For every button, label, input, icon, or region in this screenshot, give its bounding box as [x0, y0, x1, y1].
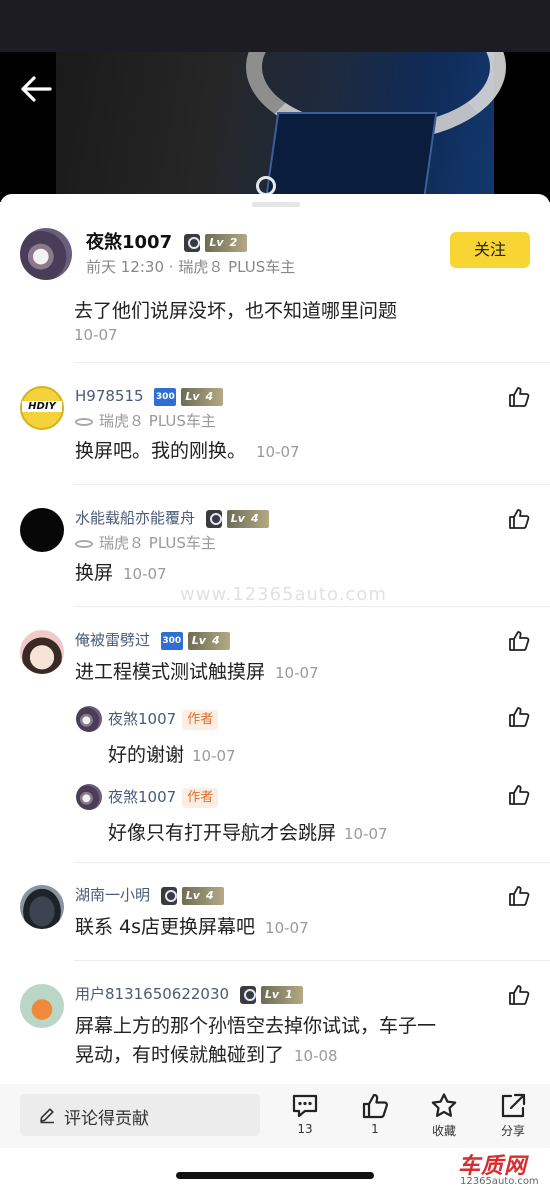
level-badge: Lv 1 [260, 985, 303, 1004]
thumbs-up-icon[interactable] [508, 508, 530, 530]
comment-text: 联系 4s店更换屏幕吧 10-07 [75, 916, 309, 938]
divider [74, 484, 550, 485]
medal-badge-icon [160, 886, 177, 905]
avatar[interactable]: HDIY [20, 386, 64, 430]
home-indicator[interactable] [176, 1172, 374, 1179]
car-icon [75, 539, 93, 548]
bottom-action-bar: 评论得贡献 13 1 收藏 分享 [0, 1084, 550, 1148]
car-owner-label: 瑞虎８ PLUS车主 [75, 532, 216, 553]
author-tag: 作者 [182, 709, 219, 730]
post-date: 10-07 [74, 326, 118, 344]
back-arrow-icon[interactable] [18, 74, 54, 104]
medal-badge-icon [205, 509, 222, 528]
post-header: 夜煞1007 Lv 2 前天 12:30 · 瑞虎８ PLUS车主 关注 [20, 228, 530, 288]
level-badge: Lv 4 [187, 631, 230, 650]
top-bar [0, 0, 550, 52]
author-tag: 作者 [182, 787, 219, 808]
medal-badge-icon [184, 234, 201, 252]
reply-item: 夜煞1007 作者 好像只有打开导航才会跳屏 10-07 [76, 784, 530, 848]
comment-item: 俺被雷劈过 300 Lv 4 进工程模式测试触摸屏 10-07 [20, 630, 530, 690]
comment-item: 湖南一小明 Lv 4 联系 4s店更换屏幕吧 10-07 [20, 885, 530, 945]
thumbs-up-icon[interactable] [508, 885, 530, 907]
avatar[interactable] [76, 784, 102, 810]
commenter-name[interactable]: 俺被雷劈过 300 Lv 4 [75, 630, 230, 650]
thumbs-up-icon[interactable] [508, 630, 530, 652]
commenter-name[interactable]: H978515 300 Lv 4 [75, 386, 224, 406]
avatar[interactable] [76, 706, 102, 732]
commenter-name[interactable]: 水能载船亦能覆舟 Lv 4 [75, 508, 269, 528]
car-owner-label: 瑞虎８ PLUS车主 [75, 410, 216, 431]
author-name[interactable]: 夜煞1007 Lv 2 [86, 228, 248, 254]
comments-action[interactable]: 13 [280, 1092, 330, 1144]
comment-input[interactable]: 评论得贡献 [20, 1094, 260, 1136]
divider [74, 362, 550, 363]
commenter-name[interactable]: 湖南一小明 Lv 4 [75, 885, 224, 905]
avatar[interactable] [20, 508, 64, 552]
video-player[interactable] [0, 52, 550, 202]
comment-bubble-icon [292, 1094, 318, 1118]
comment-text: 换屏 10-07 [75, 562, 167, 584]
commenter-name[interactable]: 用户8131650622030 Lv 1 [75, 984, 303, 1004]
reply-text: 好像只有打开导航才会跳屏 10-07 [108, 822, 388, 844]
watermark: www.12365auto.com [180, 584, 387, 605]
comment-item: HDIY H978515 300 Lv 4 瑞虎８ PLUS车主 换屏吧。我的刚换… [20, 386, 530, 466]
comment-text: 屏幕上方的那个孙悟空去掉你试试，车子一 [75, 1015, 437, 1037]
thumbs-up-icon[interactable] [508, 784, 530, 806]
level-badge: Lv 4 [181, 886, 224, 905]
divider [74, 606, 550, 607]
thumbs-up-icon [362, 1093, 388, 1119]
video-frame [56, 52, 506, 202]
level-badge: Lv 2 [205, 234, 248, 252]
avatar[interactable] [20, 984, 64, 1028]
post-text: 去了他们说屏没坏，也不知道哪里问题 [74, 300, 398, 322]
thumbs-up-icon[interactable] [508, 706, 530, 728]
avatar[interactable] [20, 630, 64, 674]
avatar[interactable] [20, 228, 72, 280]
rank-badge: 300 [154, 387, 177, 406]
comment-text: 进工程模式测试触摸屏 10-07 [75, 661, 319, 683]
comment-item: 水能载船亦能覆舟 Lv 4 瑞虎８ PLUS车主 换屏 10-07 [20, 508, 530, 588]
comment-text: 晃动，有时候就触碰到了 10-08 [75, 1044, 338, 1066]
collect-action[interactable]: 收藏 [419, 1092, 469, 1144]
thumbs-up-icon[interactable] [508, 984, 530, 1006]
level-badge: Lv 4 [181, 387, 224, 406]
comment-text: 换屏吧。我的刚换。 10-07 [75, 440, 300, 462]
follow-button[interactable]: 关注 [450, 232, 530, 268]
avatar[interactable] [20, 885, 64, 929]
rank-badge: 300 [160, 631, 183, 650]
divider [74, 960, 550, 961]
star-icon [431, 1093, 457, 1117]
share-action[interactable]: 分享 [488, 1092, 538, 1144]
reply-item: 夜煞1007 作者 好的谢谢 10-07 [76, 706, 530, 770]
sheet-handle[interactable] [252, 202, 300, 207]
thumbs-up-icon[interactable] [508, 386, 530, 408]
like-action[interactable]: 1 [350, 1092, 400, 1144]
level-badge: Lv 4 [226, 509, 269, 528]
divider [74, 862, 550, 863]
pencil-icon [40, 1108, 54, 1124]
share-icon [501, 1093, 526, 1118]
site-logo: 车质网 12365auto.com [458, 1154, 539, 1187]
post-meta: 前天 12:30 · 瑞虎８ PLUS车主 [86, 258, 296, 276]
car-icon [75, 417, 93, 426]
reply-author-name[interactable]: 夜煞1007 作者 [108, 786, 219, 808]
comment-item: 用户8131650622030 Lv 1 屏幕上方的那个孙悟空去掉你试试，车子一 … [20, 984, 530, 1074]
medal-badge-icon [239, 985, 256, 1004]
reply-author-name[interactable]: 夜煞1007 作者 [108, 708, 219, 730]
reply-text: 好的谢谢 10-07 [108, 744, 236, 766]
